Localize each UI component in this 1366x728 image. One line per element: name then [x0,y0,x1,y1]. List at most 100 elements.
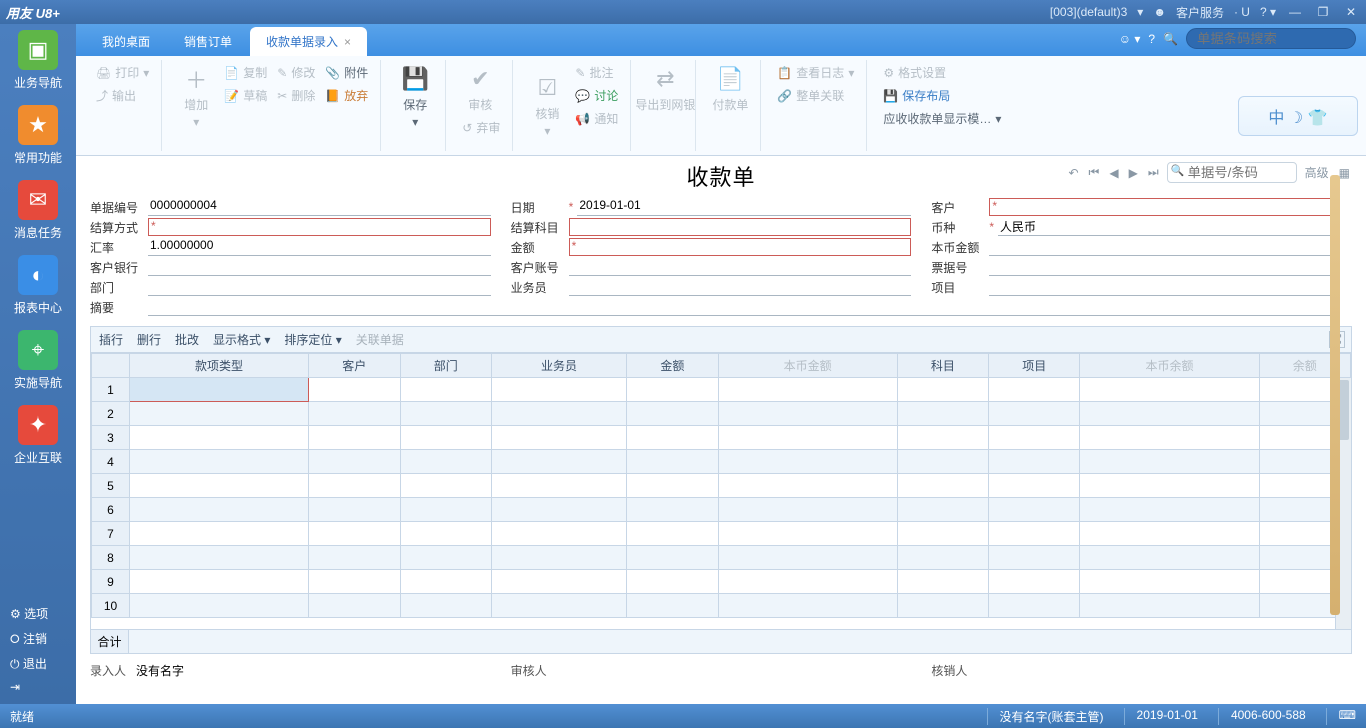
nav-enterprise[interactable]: ✦企业互联 [14,405,62,466]
format-button[interactable]: ⚙ 格式设置 [879,62,1005,83]
next-icon[interactable]: ▶ [1127,164,1140,182]
exit-button[interactable]: ⏻ 退出 [0,651,76,676]
batch-button[interactable]: 批改 [175,331,199,348]
attach-button[interactable]: 📎 附件 [321,62,372,83]
face-icon[interactable]: ☺ ▾ [1119,32,1141,46]
display-fmt-button[interactable]: 显示格式 ▾ [213,331,270,348]
proj-field[interactable] [989,278,1332,296]
memo-field[interactable] [148,298,1332,316]
col-type[interactable]: 款项类型 [130,354,309,378]
bank-field[interactable] [148,258,491,276]
settle-field[interactable]: * [148,218,491,236]
closeall-button[interactable]: 🔗 整单关联 [773,85,858,106]
account-label[interactable]: [003](default)3 [1050,5,1127,19]
first-icon[interactable]: ⏮ [1087,163,1102,182]
delete-button[interactable]: ✂ 删除 [273,85,319,106]
close-icon[interactable]: ✕ [1342,4,1360,20]
tab-sales-order[interactable]: 销售订单 [168,27,248,56]
amount-field[interactable]: * [569,238,912,256]
help-dd-icon[interactable]: ? ▾ [1260,5,1276,19]
nav-implement[interactable]: ⌖实施导航 [14,330,62,391]
abandon-button[interactable]: ↺ 弃审 [458,117,504,138]
col-localbal[interactable]: 本币余额 [1080,354,1259,378]
col-customer[interactable]: 客户 [309,354,400,378]
check-button[interactable]: ☑核销▾ [525,62,569,149]
export-button[interactable]: ⇄导出到网银 [643,62,687,115]
collapse-icon[interactable]: ⇥ [0,676,76,698]
prev-icon[interactable]: ◀ [1107,164,1120,182]
table-row[interactable]: 9 [92,570,1351,594]
tab-desktop[interactable]: 我的桌面 [86,27,166,56]
table-row[interactable]: 2 [92,402,1351,426]
doc-search-input[interactable] [1167,162,1297,183]
restore-icon[interactable]: ❐ [1314,4,1332,20]
col-amount[interactable]: 金额 [627,354,718,378]
pay-button[interactable]: 📄付款单 [708,62,752,115]
local-field[interactable] [989,238,1332,256]
col-subject[interactable]: 科目 [897,354,988,378]
table-row[interactable]: 5 [92,474,1351,498]
rate-field[interactable]: 1.00000000 [148,238,491,256]
service-label[interactable]: 客户服务 [1176,4,1224,21]
copy-button[interactable]: 📄 复制 [220,62,271,83]
output-button[interactable]: ⤴ 输出 [92,85,153,106]
subject-field[interactable] [569,218,912,236]
date-field[interactable]: 2019-01-01 [577,198,911,216]
col-local[interactable]: 本币金额 [718,354,897,378]
log-button[interactable]: 📋 查看日志 ▾ [773,62,858,83]
draft-button[interactable]: 📝 草稿 [220,85,271,106]
table-row[interactable]: 4 [92,450,1351,474]
notify-button[interactable]: 📢 通知 [571,108,622,129]
col-project[interactable]: 项目 [989,354,1080,378]
save-button[interactable]: 💾保存▾ [393,62,437,131]
table-row[interactable]: 8 [92,546,1351,570]
outer-scrollbar[interactable] [1330,175,1340,615]
bus-field[interactable] [569,278,912,296]
insert-row-button[interactable]: 插行 [99,331,123,348]
brand-label: 用友 U8+ [6,3,60,22]
advanced-link[interactable]: 高级 [1303,162,1331,183]
table-row[interactable]: 10 [92,594,1351,618]
bill-field[interactable] [989,258,1332,276]
table-row[interactable]: 7 [92,522,1351,546]
print-button[interactable]: 🖨 打印 ▾ [92,62,153,83]
dept-field[interactable] [148,278,491,296]
nav-reports[interactable]: ◐报表中心 [14,255,62,316]
add-button[interactable]: ＋增加▾ [174,62,218,131]
barcode-search-input[interactable] [1186,28,1356,49]
table-row[interactable]: 3 [92,426,1351,450]
modify-button[interactable]: ✎ 修改 [273,62,319,83]
tab-close-icon[interactable]: × [344,35,351,49]
tab-receipt-entry[interactable]: 收款单据录入× [250,27,367,56]
nav-business[interactable]: ▣业务导航 [14,30,62,91]
customer-field[interactable]: * [989,198,1332,216]
discuss-button[interactable]: 💬 讨论 [571,85,622,106]
audit-button[interactable]: ✔审核 [458,62,502,115]
minimize-icon[interactable]: — [1286,4,1304,20]
table-row[interactable]: 6 [92,498,1351,522]
nav-favorites[interactable]: ★常用功能 [14,105,62,166]
display-template-button[interactable]: 应收收款单显示模… ▾ [879,108,1005,129]
sort-button[interactable]: 排序定位 ▾ [284,331,341,348]
delete-row-button[interactable]: 删行 [137,331,161,348]
last-icon[interactable]: ⏭ [1146,163,1161,182]
discard-button[interactable]: 📙 放弃 [321,85,372,106]
help-icon[interactable]: ? [1148,32,1155,46]
status-kb-icon[interactable]: ⌨ [1326,708,1356,725]
currency-field[interactable]: 人民币 [998,218,1332,236]
col-bus[interactable]: 业务员 [491,354,626,378]
table-row[interactable]: 1 [92,378,1351,402]
assoc-button[interactable]: 关联单据 [356,331,404,348]
logout-button[interactable]: ⭘ 注销 [0,626,76,651]
col-dept[interactable]: 部门 [400,354,491,378]
save-layout-button[interactable]: 💾 保存布局 [879,85,1005,106]
number-field[interactable]: 0000000004 [148,198,491,216]
undo-icon[interactable]: ↶ [1066,164,1080,182]
down-icon[interactable]: ▾ [1137,5,1143,19]
approve-button[interactable]: ✎ 批注 [571,62,622,83]
globe-icon[interactable]: ☻ [1153,5,1166,19]
options-button[interactable]: ⚙ 选项 [0,601,76,626]
u-icon[interactable]: · U [1234,5,1250,19]
acct-field[interactable] [569,258,912,276]
nav-messages[interactable]: ✉消息任务 [14,180,62,241]
